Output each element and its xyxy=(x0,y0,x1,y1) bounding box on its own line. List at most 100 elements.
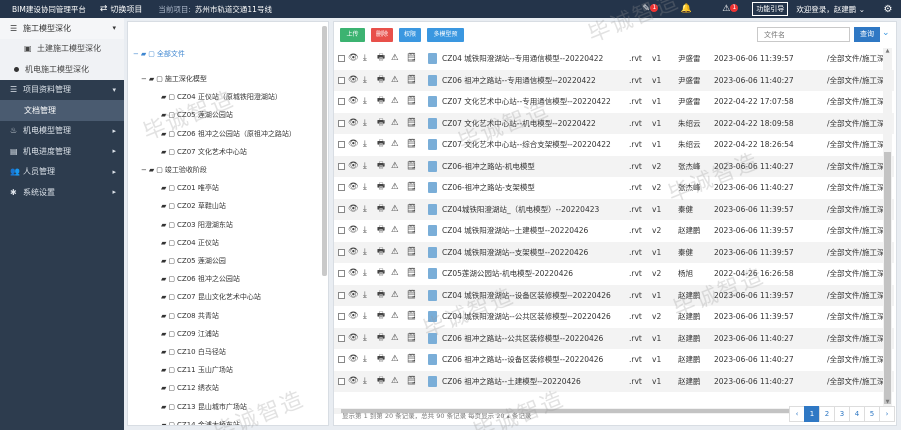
download-icon[interactable]: ⤓ xyxy=(363,371,367,393)
share-icon[interactable]: ⚠ xyxy=(391,177,399,199)
file-name[interactable]: CZ06-祖冲之路站-机电模型 xyxy=(442,156,628,178)
tree-folder-node[interactable]: ▰ ▢ CZ04 正仪站（原城铁阳澄湖站） xyxy=(161,92,282,102)
notification-button[interactable]: 🔔 xyxy=(666,4,706,14)
collapse-icon[interactable]: − xyxy=(141,166,147,174)
download-icon[interactable]: ⤓ xyxy=(363,349,367,371)
tree-folder-node[interactable]: ▰ ▢ CZ01 唯亭站 xyxy=(161,183,219,193)
download-icon[interactable]: ⤓ xyxy=(363,242,367,264)
row-checkbox[interactable] xyxy=(338,377,345,385)
tree-folder-node[interactable]: ▰ ▢ CZ03 阳澄湖东站 xyxy=(161,220,233,230)
file-name[interactable]: CZ07 文化艺术中心站--机电模型--20220422 xyxy=(442,113,628,135)
switch-project-button[interactable]: ⇄ 切换项目 xyxy=(94,4,149,15)
row-checkbox[interactable] xyxy=(338,162,345,170)
download-icon[interactable]: ⤓ xyxy=(363,263,367,285)
permission-button[interactable]: 权限 xyxy=(399,28,421,42)
pagination-page[interactable]: 5 xyxy=(864,406,880,422)
view-icon[interactable]: 👁 xyxy=(348,263,359,285)
detail-icon[interactable]: 🗒 xyxy=(406,220,417,242)
file-name[interactable]: CZ05莲湖公园站-机电模型-20220426 xyxy=(442,263,628,285)
share-icon[interactable]: ⚠ xyxy=(391,263,399,285)
tree-folder-node[interactable]: ▰ ▢ CZ14 金浦大桥东站 xyxy=(161,420,240,425)
print-icon[interactable]: 🖶 xyxy=(377,328,385,350)
print-icon[interactable]: 🖶 xyxy=(377,156,385,178)
file-name[interactable]: CZ04城铁阳澄湖站_（机电模型）--20220423 xyxy=(442,199,628,221)
sidebar-item[interactable]: ▣ 土建施工模型深化 xyxy=(0,38,124,59)
collapse-icon[interactable]: − xyxy=(141,75,147,83)
view-icon[interactable]: 👁 xyxy=(348,199,359,221)
sidebar-item[interactable]: ♨ 机电模型管理 ▸ xyxy=(0,121,124,142)
sidebar-item[interactable]: ☰ 施工模型深化 ▾ xyxy=(0,18,124,39)
row-checkbox[interactable] xyxy=(338,313,345,320)
row-checkbox[interactable] xyxy=(338,55,345,62)
print-icon[interactable]: 🖶 xyxy=(377,263,385,285)
search-button[interactable]: 查询 xyxy=(854,27,880,42)
sidebar-item[interactable]: ▤ 机电进度管理 ▸ xyxy=(0,141,124,162)
feature-guide-button[interactable]: 功能引导 xyxy=(752,2,789,16)
download-icon[interactable]: ⤓ xyxy=(363,285,367,307)
file-name[interactable]: CZ06 祖冲之路站--专用通信模型--20220422 xyxy=(442,70,628,92)
collapse-icon[interactable]: − xyxy=(133,50,139,58)
pagination-page[interactable]: 1 xyxy=(804,406,820,422)
view-icon[interactable]: 👁 xyxy=(348,220,359,242)
row-checkbox[interactable] xyxy=(338,291,345,299)
detail-icon[interactable]: 🗒 xyxy=(406,113,417,135)
alert-button[interactable]: ⚠ 1 xyxy=(706,4,746,14)
row-checkbox[interactable] xyxy=(338,205,345,213)
view-icon[interactable]: 👁 xyxy=(348,113,359,135)
tree-folder-node[interactable]: ▰ ▢ CZ02 草鞋山站 xyxy=(161,201,226,211)
detail-icon[interactable]: 🗒 xyxy=(406,70,417,92)
file-name[interactable]: CZ06 祖冲之路站--公共区装修模型--20220426 xyxy=(442,328,628,350)
tree-folder-node[interactable]: ▰ ▢ CZ13 昆山城市广场站 xyxy=(161,402,247,412)
tree-folder-node[interactable]: ▰ ▢ CZ09 江浦站 xyxy=(161,329,219,339)
share-icon[interactable]: ⚠ xyxy=(391,349,399,371)
tree-folder-node[interactable]: ▰ ▢ CZ06 祖冲之公园站 xyxy=(161,274,240,284)
scrollbar-thumb[interactable] xyxy=(884,152,891,404)
file-name[interactable]: CZ04 城铁阳澄湖站--专用通信模型--20220422 xyxy=(442,48,628,70)
share-icon[interactable]: ⚠ xyxy=(391,306,399,328)
tree-folder-node[interactable]: ▰ ▢ CZ05 莲湖公园 xyxy=(161,256,226,266)
row-checkbox[interactable] xyxy=(338,98,345,105)
view-icon[interactable]: 👁 xyxy=(348,371,359,393)
sidebar-item[interactable]: 机电施工模型深化 xyxy=(0,59,124,80)
row-checkbox[interactable] xyxy=(338,270,345,277)
tree-folder-node[interactable]: ▰ ▢ CZ06 祖冲之公园站（原祖冲之路站） xyxy=(161,129,296,139)
view-icon[interactable]: 👁 xyxy=(348,349,359,371)
delete-button[interactable]: 删除 xyxy=(371,28,393,42)
download-icon[interactable]: ⤓ xyxy=(363,70,367,92)
print-icon[interactable]: 🖶 xyxy=(377,91,385,113)
tree-folder-node[interactable]: ▰ ▢ CZ07 文化艺术中心站 xyxy=(161,147,247,157)
chevron-down-icon[interactable]: ⌄ xyxy=(882,28,890,38)
download-icon[interactable]: ⤓ xyxy=(363,48,367,70)
tree-folder-node[interactable]: − ▰ ▢ 施工深化模型 xyxy=(141,74,207,84)
share-icon[interactable]: ⚠ xyxy=(391,199,399,221)
share-icon[interactable]: ⚠ xyxy=(391,48,399,70)
print-icon[interactable]: 🖶 xyxy=(377,177,385,199)
tree-scrollbar[interactable] xyxy=(322,26,327,276)
print-icon[interactable]: 🖶 xyxy=(377,70,385,92)
view-icon[interactable]: 👁 xyxy=(348,306,359,328)
detail-icon[interactable]: 🗒 xyxy=(406,91,417,113)
share-icon[interactable]: ⚠ xyxy=(391,91,399,113)
tree-folder-node[interactable]: ▰ ▢ CZ11 玉山广场站 xyxy=(161,365,233,375)
view-icon[interactable]: 👁 xyxy=(348,156,359,178)
detail-icon[interactable]: 🗒 xyxy=(406,349,417,371)
settings-button[interactable]: ⚙ xyxy=(875,4,901,15)
detail-icon[interactable]: 🗒 xyxy=(406,328,417,350)
sidebar-item[interactable]: 文档管理 xyxy=(0,100,124,121)
download-icon[interactable]: ⤓ xyxy=(363,156,367,178)
view-icon[interactable]: 👁 xyxy=(348,134,359,156)
scroll-up-icon[interactable]: ▲ xyxy=(883,48,892,56)
share-icon[interactable]: ⚠ xyxy=(391,156,399,178)
file-name[interactable]: CZ04 城铁阳澄湖站--支架模型--20220426 xyxy=(442,242,628,264)
tree-folder-node[interactable]: ▰ ▢ CZ10 白马径站 xyxy=(161,347,226,357)
view-icon[interactable]: 👁 xyxy=(348,242,359,264)
share-icon[interactable]: ⚠ xyxy=(391,242,399,264)
sidebar-item[interactable]: ☰ 项目资料管理 ▾ xyxy=(0,80,124,101)
print-icon[interactable]: 🖶 xyxy=(377,113,385,135)
download-icon[interactable]: ⤓ xyxy=(363,306,367,328)
sidebar-item[interactable]: ✱ 系统设置 ▸ xyxy=(0,182,124,203)
detail-icon[interactable]: 🗒 xyxy=(406,177,417,199)
pagination-page[interactable]: 3 xyxy=(834,406,850,422)
view-icon[interactable]: 👁 xyxy=(348,285,359,307)
row-checkbox[interactable] xyxy=(338,227,345,234)
